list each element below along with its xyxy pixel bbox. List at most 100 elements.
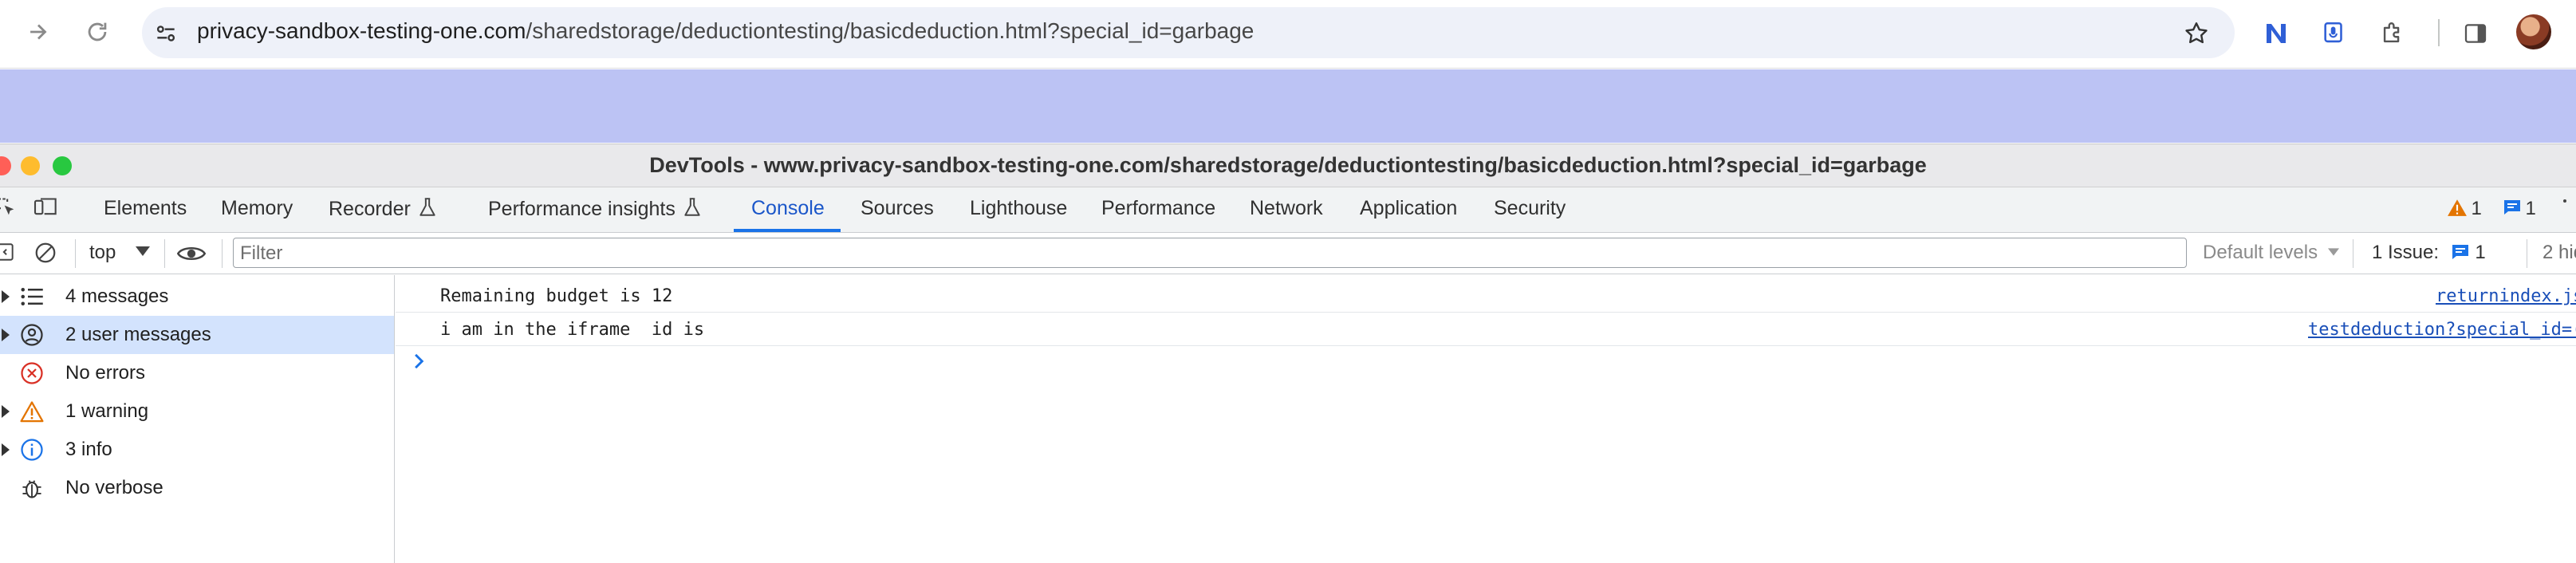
side-panel-icon <box>2464 24 2487 43</box>
issues-button[interactable]: 1 Issue: 1 <box>2372 242 2486 264</box>
site-info-button[interactable] <box>148 16 183 51</box>
log-levels-label: Default levels <box>2203 242 2318 263</box>
issues-label: 1 Issue: <box>2372 242 2440 263</box>
extension-n-button[interactable] <box>2257 14 2295 53</box>
error-icon <box>19 360 45 386</box>
reload-icon <box>88 22 107 41</box>
dropdown-arrow-icon <box>136 246 151 256</box>
star-icon <box>2185 22 2208 44</box>
sidebar-icon <box>0 243 14 261</box>
sidebar-item-warnings[interactable]: 1 warning <box>0 392 394 431</box>
mic-icon <box>2324 22 2342 43</box>
expand-arrow-icon[interactable] <box>2 443 10 456</box>
clear-console-button[interactable] <box>33 241 57 269</box>
sidebar-item-label: 3 info <box>65 439 112 460</box>
tab-network[interactable]: Network <box>1250 197 1323 220</box>
tab-performance-insights-label: Performance insights <box>488 198 676 220</box>
console-message: Remaining budget is 12 returnindex.js <box>396 279 2576 313</box>
devtools-title: DevTools - www.privacy-sandbox-testing-o… <box>649 153 1927 177</box>
eye-icon <box>176 246 207 261</box>
toolbar-separator <box>75 239 76 268</box>
extension-mic-button[interactable] <box>2315 14 2353 53</box>
avatar[interactable] <box>2516 14 2551 49</box>
inspect-element-button[interactable] <box>0 196 18 222</box>
expand-arrow-icon[interactable] <box>2 290 10 303</box>
tune-icon <box>156 26 175 41</box>
tab-performance[interactable]: Performance <box>1101 197 1215 220</box>
live-expression-button[interactable] <box>176 243 207 268</box>
beaker-icon <box>684 198 700 216</box>
more-tabs-button[interactable] <box>2563 199 2566 203</box>
toolbar-separator <box>222 239 223 268</box>
expand-arrow-icon[interactable] <box>2 405 10 418</box>
message-text: Remaining budget is 12 <box>440 286 673 306</box>
tab-elements[interactable]: Elements <box>104 197 187 220</box>
device-icon <box>33 198 57 215</box>
sidebar-item-verbose[interactable]: No verbose <box>0 469 394 507</box>
page-content <box>0 69 2576 143</box>
url-path: /sharedstorage/deductiontesting/basicded… <box>526 18 1255 43</box>
forward-button[interactable] <box>19 11 57 53</box>
bug-icon <box>19 475 45 501</box>
beaker-icon <box>419 198 435 216</box>
sidebar-item-label: No errors <box>65 362 146 384</box>
sidebar-item-label: No verbose <box>65 477 163 498</box>
message-icon <box>2504 200 2520 215</box>
active-tab-indicator <box>734 229 841 232</box>
arrow-right-icon <box>30 24 47 40</box>
extensions-button[interactable] <box>2373 14 2412 53</box>
side-panel-button[interactable] <box>2456 14 2495 53</box>
dropdown-arrow-icon <box>2327 248 2339 256</box>
tab-console[interactable]: Console <box>751 197 825 220</box>
messages-counter[interactable]: 1 <box>2503 198 2536 220</box>
toggle-sidebar-button[interactable] <box>0 241 16 267</box>
console-prompt[interactable] <box>412 351 431 375</box>
reload-button[interactable] <box>78 11 116 53</box>
sidebar-item-messages[interactable]: 4 messages <box>0 278 394 316</box>
sidebar-item-label: 1 warning <box>65 400 149 422</box>
list-icon <box>19 284 45 309</box>
tab-lighthouse[interactable]: Lighthouse <box>970 197 1067 220</box>
inspect-icon <box>0 198 14 215</box>
device-toolbar-button[interactable] <box>33 196 59 222</box>
tab-sources[interactable]: Sources <box>861 197 934 220</box>
info-icon <box>19 437 45 463</box>
message-text: i am in the iframe id is <box>440 320 715 340</box>
tab-application[interactable]: Application <box>1360 197 1457 220</box>
message-icon <box>2452 245 2468 259</box>
clear-icon <box>35 242 56 263</box>
log-levels-dropdown[interactable]: Default levels <box>2203 242 2339 264</box>
sidebar-item-info[interactable]: 3 info <box>0 431 394 469</box>
bookmark-button[interactable] <box>2177 14 2216 53</box>
message-source-link[interactable]: testdeduction?special_id=( <box>2308 320 2576 340</box>
toolbar-divider <box>2438 19 2440 46</box>
context-label: top <box>89 242 116 263</box>
puzzle-icon <box>2383 22 2400 43</box>
sidebar-item-label: 2 user messages <box>65 324 211 345</box>
url-host: privacy-sandbox-testing-one.com <box>197 18 526 43</box>
n-logo-icon <box>2267 24 2286 43</box>
message-source-link[interactable]: returnindex.js <box>2436 286 2576 306</box>
sidebar-item-user-messages[interactable]: 2 user messages <box>0 316 394 354</box>
warning-count: 1 <box>2471 198 2482 219</box>
filter-placeholder: Filter <box>240 242 283 264</box>
message-count: 1 <box>2525 198 2536 219</box>
tab-recorder-label: Recorder <box>329 198 411 220</box>
tab-recorder[interactable]: Recorder <box>329 197 436 221</box>
tab-memory[interactable]: Memory <box>221 197 293 220</box>
context-selector[interactable]: top <box>89 242 151 264</box>
tab-performance-insights[interactable]: Performance insights <box>488 197 701 221</box>
filter-input[interactable]: Filter <box>233 238 2187 268</box>
warning-icon <box>19 399 45 424</box>
warnings-counter[interactable]: 1 <box>2447 198 2482 220</box>
tab-security[interactable]: Security <box>1494 197 1566 220</box>
console-message: i am in the iframe id is testdeduction?s… <box>396 313 2576 346</box>
sidebar-item-label: 4 messages <box>65 285 169 307</box>
expand-arrow-icon[interactable] <box>2 329 10 341</box>
hidden-messages-count: 2 hidd <box>2543 242 2576 263</box>
url-text[interactable]: privacy-sandbox-testing-one.com/sharedst… <box>197 17 1254 45</box>
warning-icon <box>2448 199 2467 216</box>
issues-count: 1 <box>2475 242 2486 263</box>
sidebar-item-errors[interactable]: No errors <box>0 354 394 392</box>
toolbar-separator <box>164 239 165 268</box>
